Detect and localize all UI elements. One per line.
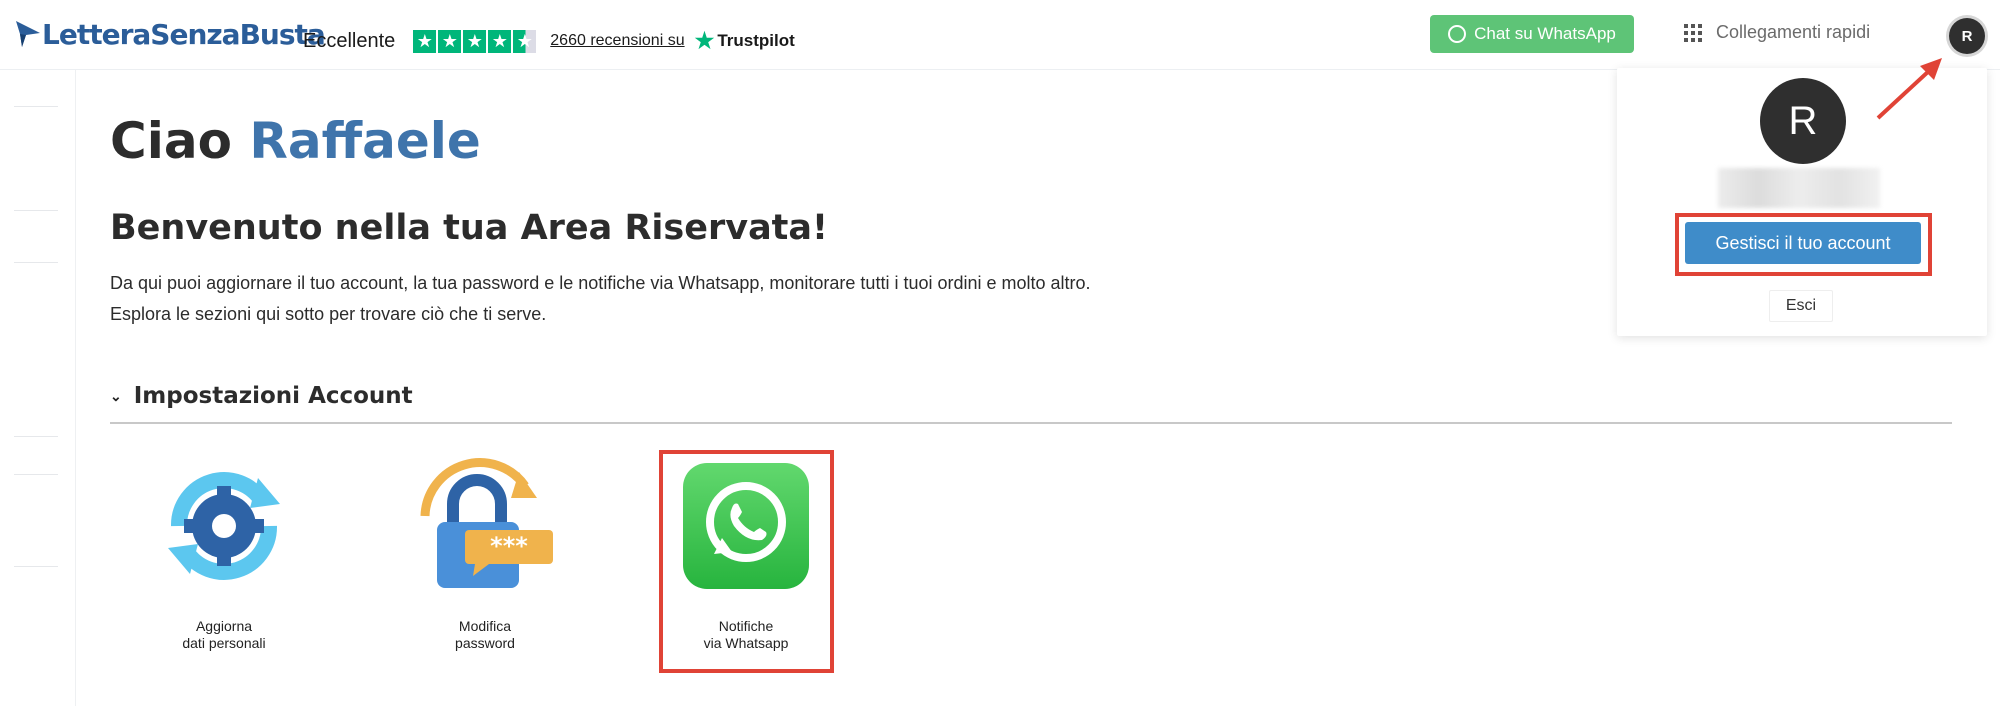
sidebar-divider (14, 262, 58, 263)
site-logo[interactable]: LetteraSenzaBusta (14, 14, 326, 54)
trustpilot-stars: ★ ★ ★ ★ ★ (413, 29, 537, 53)
gear-refresh-icon (154, 456, 294, 596)
red-arrow-annotation-icon (1876, 58, 1942, 120)
account-settings-section-header[interactable]: ⌄ Impostazioni Account (110, 376, 1952, 424)
tile-label-line1: Modifica (458, 618, 512, 634)
half-star-icon: ★ (513, 29, 537, 53)
left-sidebar (0, 70, 76, 706)
greeting-prefix: Ciao (110, 112, 232, 170)
quick-links-label: Collegamenti rapidi (1716, 22, 1871, 42)
logout-button[interactable]: Esci (1769, 290, 1833, 322)
trustpilot-rating-label: Eccellente (303, 29, 396, 52)
star-icon: ★ (413, 29, 437, 53)
highlight-box-manage-account (1675, 213, 1932, 276)
user-name: Raffaele (249, 112, 481, 170)
tile-label-line2: dati personali (182, 635, 266, 651)
grid-icon (1684, 23, 1702, 42)
quick-links-menu[interactable]: Collegamenti rapidi (1684, 22, 1870, 43)
tile-label: Aggiorna dati personali (149, 618, 299, 652)
star-icon: ★ (438, 29, 462, 53)
tile-label-line1: Aggiorna (195, 618, 253, 634)
svg-text:***: *** (490, 532, 528, 560)
blurred-user-name (1718, 168, 1880, 208)
trustpilot-star-icon: ★ (694, 28, 715, 53)
tile-change-password[interactable]: *** Modifica password (410, 456, 560, 652)
whatsapp-icon (1448, 25, 1467, 43)
welcome-title: Benvenuto nella tua Area Riservata! (110, 208, 828, 248)
lock-password-icon: *** (415, 456, 555, 596)
star-icon: ★ (488, 29, 512, 53)
intro-line-2: Esplora le sezioni qui sotto per trovare… (110, 304, 547, 324)
sidebar-divider (14, 474, 58, 475)
trustpilot-brand-label: Trustpilot (717, 31, 795, 50)
trustpilot-brand: ★ Trustpilot (695, 28, 795, 54)
sidebar-divider (14, 106, 58, 107)
highlight-box-whatsapp-tile (659, 450, 834, 673)
trustpilot-reviews-link[interactable]: 2660 recensioni su (550, 32, 684, 50)
star-icon: ★ (463, 29, 487, 53)
intro-line-1: Da qui puoi aggiornare il tuo account, l… (110, 273, 1091, 293)
whatsapp-chat-button[interactable]: Chat su WhatsApp (1430, 15, 1634, 53)
trustpilot-widget[interactable]: Eccellente ★ ★ ★ ★ ★ 2660 recensioni su … (303, 26, 795, 56)
chevron-down-icon: ⌄ (110, 387, 122, 404)
tile-label: Modifica password (410, 618, 560, 652)
greeting-heading: Ciao Raffaele (110, 112, 481, 170)
intro-text: Da qui puoi aggiornare il tuo account, l… (110, 268, 1091, 330)
section-title: Impostazioni Account (133, 383, 413, 409)
bird-logo-icon (16, 21, 40, 47)
top-header: LetteraSenzaBusta Eccellente ★ ★ ★ ★ ★ 2… (0, 0, 2000, 70)
tile-update-personal-data[interactable]: Aggiorna dati personali (149, 456, 299, 652)
whatsapp-chat-label: Chat su WhatsApp (1474, 24, 1616, 43)
tile-label-line2: password (455, 635, 515, 651)
sidebar-divider (14, 210, 58, 211)
sidebar-divider (14, 566, 58, 567)
user-avatar-button[interactable]: R (1949, 18, 1985, 54)
dropdown-avatar: R (1760, 78, 1846, 164)
logo-text: LetteraSenzaBusta (42, 17, 326, 51)
sidebar-divider (14, 436, 58, 437)
